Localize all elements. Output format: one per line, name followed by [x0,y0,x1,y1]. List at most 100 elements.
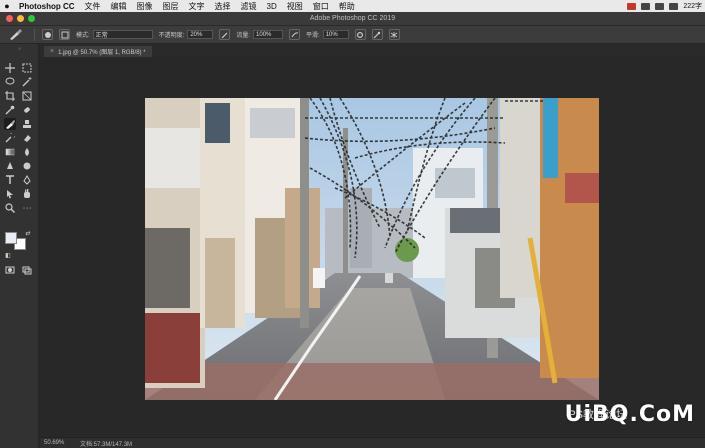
smoothing-options-button[interactable] [354,29,366,40]
options-separator [34,28,35,41]
gradient-tool[interactable] [4,146,16,158]
blur-tool[interactable] [21,146,33,158]
gradient-icon [5,148,15,156]
magic-wand-icon [22,77,32,87]
canvas-area[interactable]: PS教程论坛 UiBQ.CoM [40,57,705,437]
screen-mode-icon [22,266,32,275]
status-bar: 50.69% 文档:57.3M/147.3M [40,437,705,448]
mode-label: 模式: [76,33,90,39]
menu-app-name[interactable]: Photoshop CC [14,2,80,11]
brush-icon [6,120,15,129]
smoothing-value: 10% [325,31,338,38]
menu-help[interactable]: 帮助 [334,1,360,12]
brush-preset-picker[interactable] [42,29,53,40]
history-brush-tool[interactable] [4,132,16,144]
edit-toolbar-button[interactable]: ⋯ [21,202,33,214]
watermark-logo: UiBQ.CoM [564,402,695,427]
current-tool-preset[interactable] [0,28,30,41]
eraser-tool[interactable] [21,132,33,144]
magic-wand-tool[interactable] [21,76,33,88]
document-tab-close[interactable]: × [50,48,54,55]
menu-edit[interactable]: 编辑 [106,1,132,12]
menu-file[interactable]: 文件 [80,1,106,12]
zoom-window-button[interactable] [28,15,35,22]
quick-mask-button[interactable] [4,264,16,276]
frame-tool[interactable] [21,90,33,102]
arrow-pointer-icon [7,190,13,199]
frame-icon [22,91,32,101]
sponge-tool[interactable] [21,160,33,172]
airbrush-toggle[interactable] [289,29,301,40]
brush-tool[interactable] [4,118,16,130]
menu-3d[interactable]: 3D [262,2,282,11]
flow-value: 100% [256,31,272,38]
document-tab[interactable]: × 1.jpg @ 50.7% (图层 1, RGB/8) * [44,46,152,57]
foreground-color-chip[interactable] [5,232,17,244]
display-icon[interactable] [641,2,651,10]
swap-colors-button[interactable]: ⇄ [24,229,32,237]
butterfly-icon [390,31,398,38]
droplet-icon [25,148,29,156]
smoothing-input[interactable]: 10% [322,30,349,39]
menu-view[interactable]: 视图 [282,1,308,12]
macos-menubar: ● Photoshop CC 文件 编辑 图像 图层 文字 选择 滤镜 3D 视… [0,0,705,12]
app-status-icon[interactable] [627,2,637,10]
screen-mode-button[interactable] [21,264,33,276]
menu-image[interactable]: 图像 [132,1,158,12]
pressure-opacity-toggle[interactable] [219,29,231,40]
ellipsis-icon: ⋯ [22,202,32,213]
opacity-input[interactable]: 20% [187,30,214,39]
dodge-icon [7,162,13,169]
move-icon [5,63,15,73]
clone-stamp-tool[interactable] [21,118,33,130]
brush-panel-icon [61,31,68,38]
symmetry-button[interactable] [388,29,400,40]
document-size-info[interactable]: 文档:57.3M/147.3M [80,439,132,448]
lasso-icon [5,77,15,85]
menu-select[interactable]: 选择 [210,1,236,12]
path-selection-tool[interactable] [4,188,16,200]
close-window-button[interactable] [6,15,13,22]
foreground-color-swatch[interactable] [5,232,26,250]
window-title: Adobe Photoshop CC 2019 [309,15,396,22]
window-titlebar: Adobe Photoshop CC 2019 [0,12,705,26]
apple-icon[interactable]: ● [0,1,14,11]
flow-input[interactable]: 100% [253,30,284,39]
menu-filter[interactable]: 滤镜 [236,1,262,12]
street-photo[interactable] [145,98,599,400]
hand-icon [24,189,30,198]
crop-tool[interactable] [4,90,16,102]
spot-healing-tool[interactable] [21,104,33,116]
move-tool[interactable] [4,62,16,74]
hand-tool[interactable] [21,188,33,200]
menu-window[interactable]: 窗口 [308,1,334,12]
pen-tool[interactable] [21,174,33,186]
wifi-icon[interactable] [655,2,665,10]
tools-panel: » ⋯ ◧ ⇄ [0,44,39,448]
volume-icon[interactable] [669,2,679,10]
brush-tip-icon [44,31,51,38]
marquee-tool[interactable] [21,62,33,74]
menu-type[interactable]: 文字 [184,1,210,12]
zoom-level[interactable]: 50.69% [40,440,70,446]
lasso-tool[interactable] [4,76,16,88]
brush-settings-toggle[interactable] [59,29,70,40]
eyedropper-tool[interactable] [4,104,16,116]
eraser-icon [24,135,31,142]
type-tool[interactable] [4,174,16,186]
pen-size-icon [373,31,381,38]
minimize-window-button[interactable] [17,15,24,22]
sponge-icon [23,162,31,170]
toolbar-collapse-handle[interactable]: » [2,46,37,52]
bandage-icon [24,107,30,113]
menubar-status-area: 222字 [627,1,705,11]
dodge-tool[interactable] [4,160,16,172]
document-tab-label: 1.jpg @ 50.7% (图层 1, RGB/8) * [58,50,146,56]
pressure-size-toggle[interactable] [371,29,383,40]
zoom-tool[interactable] [4,202,16,214]
blend-mode-select[interactable]: 正常 [92,30,153,39]
smoothing-label: 平滑: [306,33,320,39]
menu-layer[interactable]: 图层 [158,1,184,12]
default-colors-button[interactable]: ◧ [4,251,12,259]
menubar-clock[interactable]: 222字 [683,1,702,11]
